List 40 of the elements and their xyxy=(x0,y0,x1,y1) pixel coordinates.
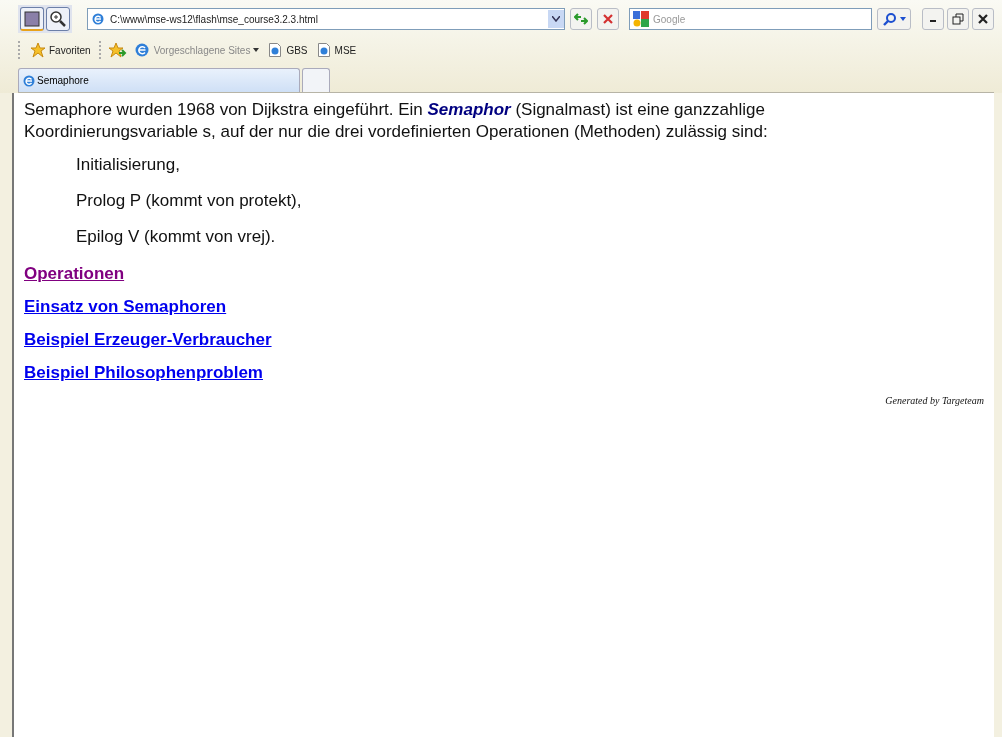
search-button[interactable] xyxy=(877,8,911,30)
footer-credit: Generated by Targeteam xyxy=(885,395,984,406)
google-icon xyxy=(633,11,649,27)
page-link[interactable]: Beispiel Philosophenproblem xyxy=(24,363,263,382)
operation-item: Epilog V (kommt von vrej). xyxy=(76,227,277,247)
minimize-button[interactable] xyxy=(922,8,944,30)
caret-icon xyxy=(253,48,260,52)
intro-paragraph: Semaphore wurden 1968 von Dijkstra eingeführt. Ein Semaphor (Signalmast) ist eine ganzzahlige Koordinierungsvariable s, auf der nur die drei vordefinierten Operationen (Methoden) zulässig sind: xyxy=(24,99,769,143)
page-link[interactable]: Einsatz von Semaphoren xyxy=(24,297,227,316)
arrows-icon xyxy=(574,13,588,25)
dropdown-icon[interactable] xyxy=(548,10,564,28)
restore-icon xyxy=(952,13,964,25)
close-icon xyxy=(977,13,989,25)
page-icon xyxy=(317,43,330,57)
window-icon xyxy=(24,10,40,27)
refresh-button[interactable] xyxy=(570,8,592,30)
page-icon xyxy=(269,43,282,57)
operation-item: Initialisierung, xyxy=(76,155,181,175)
view-button[interactable] xyxy=(20,7,44,31)
stop-button[interactable] xyxy=(597,8,619,30)
star-icon xyxy=(30,42,46,58)
close-button[interactable] xyxy=(972,8,994,30)
page-link[interactable]: Beispiel Erzeuger-Verbraucher xyxy=(24,330,272,349)
search-icon xyxy=(882,12,897,26)
browser-tab[interactable]: Semaphore xyxy=(18,68,300,92)
caret-icon xyxy=(899,17,906,21)
favorite-link[interactable]: GBS xyxy=(267,43,310,57)
browser-icon xyxy=(23,74,35,87)
browser-icon xyxy=(92,13,104,25)
address-field[interactable]: C:\www\mse-ws12\flash\mse_course3.2.3.html xyxy=(87,8,565,30)
page-link[interactable]: Operationen xyxy=(24,264,125,283)
restore-button[interactable] xyxy=(947,8,969,30)
browser-icon xyxy=(134,43,149,57)
favorites-button[interactable]: Favoriten xyxy=(28,42,93,58)
favorite-link[interactable]: MSE xyxy=(315,43,359,57)
close-icon xyxy=(602,13,614,25)
zoom-button[interactable] xyxy=(46,7,70,31)
operation-item: Prolog P (kommt von protekt), xyxy=(76,191,303,211)
zoom-icon xyxy=(49,10,67,28)
add-favorite-icon[interactable] xyxy=(108,42,127,58)
